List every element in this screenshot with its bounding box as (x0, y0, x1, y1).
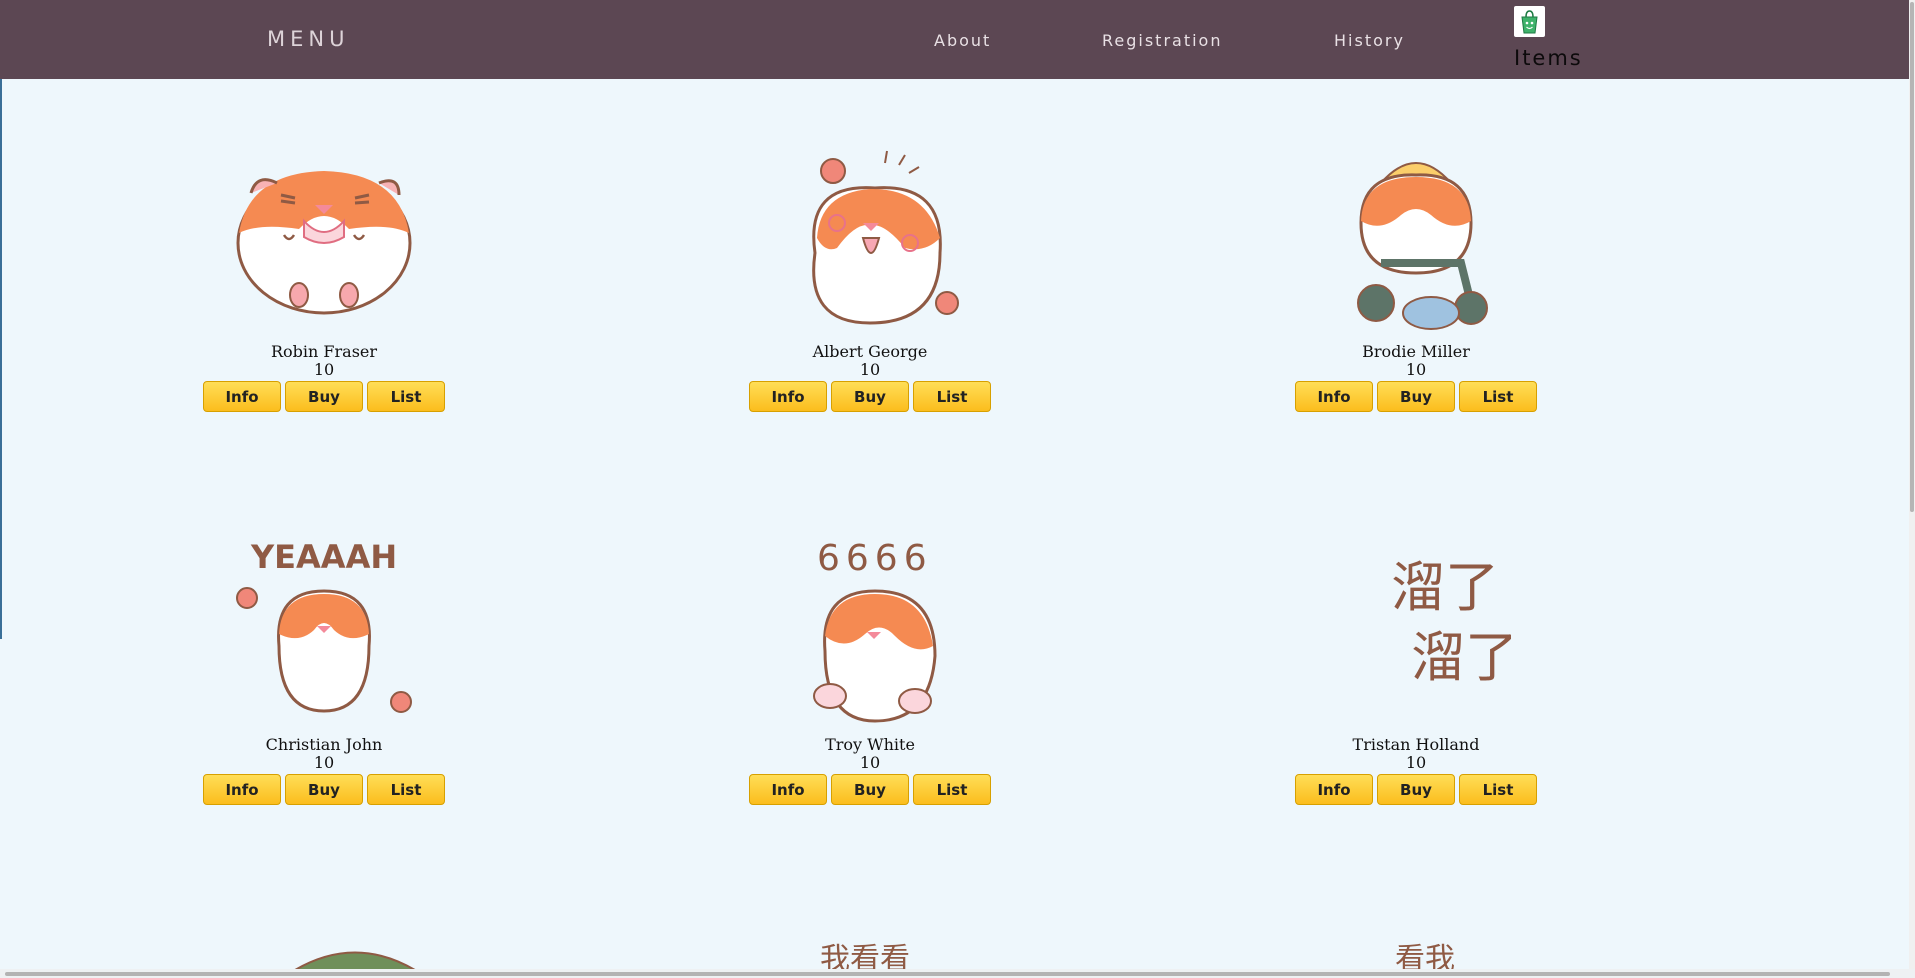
info-button[interactable]: Info (1295, 774, 1373, 805)
partial-text-sticker-middle: 我看看 (820, 942, 910, 970)
menu-brand[interactable]: MENU (267, 27, 349, 51)
top-navbar: MENU About Registration History Items (0, 0, 1912, 79)
buy-button[interactable]: Buy (831, 381, 909, 412)
item-name: Troy White (825, 735, 915, 754)
sticker-text: 我看看 (820, 942, 910, 970)
buy-button[interactable]: Buy (1377, 774, 1455, 805)
partial-text-sticker-right: 看我 (1395, 942, 1455, 970)
hamster-scooter-image (1357, 162, 1488, 330)
item-price: 10 (1405, 753, 1427, 772)
item-price: 10 (859, 753, 881, 772)
horizontal-scrollbar[interactable] (0, 969, 1915, 978)
item-card: Albert George 10 Info Buy List (740, 143, 1000, 412)
nav-link-about[interactable]: About (934, 31, 991, 50)
list-button[interactable]: List (1459, 774, 1537, 805)
item-card: 溜了 溜了 Tristan Holland 10 Info Buy List (1286, 536, 1546, 805)
items-cart[interactable]: Items (1514, 6, 1594, 70)
item-card: YEAAAH Christian John 10 Info Buy List (194, 536, 454, 805)
list-button[interactable]: List (367, 381, 445, 412)
list-button[interactable]: List (367, 774, 445, 805)
vertical-scrollbar[interactable] (1909, 0, 1915, 978)
shopping-bag-icon[interactable] (1514, 6, 1545, 37)
liu-le-text-image: 溜了 溜了 (1391, 556, 1511, 689)
info-button[interactable]: Info (749, 774, 827, 805)
buy-button[interactable]: Buy (285, 381, 363, 412)
info-button[interactable]: Info (749, 381, 827, 412)
item-name: Robin Fraser (270, 342, 378, 361)
hamster-yeah-image: YEAAAH (236, 538, 412, 713)
vertical-scroll-thumb[interactable] (1910, 2, 1914, 512)
item-card: Brodie Miller 10 Info Buy List (1286, 143, 1546, 412)
item-name: Christian John (265, 735, 383, 754)
sticker-text: 看我 (1395, 942, 1455, 970)
item-card: Robin Fraser 10 Info Buy List (194, 143, 454, 412)
buy-button[interactable]: Buy (285, 774, 363, 805)
list-button[interactable]: List (1459, 381, 1537, 412)
item-price: 10 (313, 360, 335, 379)
nav-link-registration[interactable]: Registration (1102, 31, 1222, 50)
hamster-dizzy-image (812, 150, 959, 325)
sticker-text: YEAAAH (250, 538, 397, 576)
items-label[interactable]: Items (1514, 46, 1583, 70)
item-name: Albert George (812, 342, 928, 361)
sticker-text: 溜了 (1391, 556, 1499, 619)
sticker-text: 6666 (817, 538, 933, 579)
item-price: 10 (313, 753, 335, 772)
item-card: 6666 Troy White 10 Info Buy List (740, 536, 1000, 805)
info-button[interactable]: Info (1295, 381, 1373, 412)
horizontal-scroll-thumb[interactable] (5, 972, 1890, 976)
item-price: 10 (859, 360, 881, 379)
info-button[interactable]: Info (203, 774, 281, 805)
item-price: 10 (1405, 360, 1427, 379)
hamster-sleepy-image (236, 171, 412, 315)
item-name: Brodie Miller (1362, 342, 1470, 361)
nav-link-history[interactable]: History (1334, 31, 1405, 50)
list-button[interactable]: List (913, 381, 991, 412)
list-button[interactable]: List (913, 774, 991, 805)
sticker-text: 溜了 (1411, 626, 1511, 689)
buy-button[interactable]: Buy (1377, 381, 1455, 412)
partial-frog-image (293, 951, 417, 970)
buy-button[interactable]: Buy (831, 774, 909, 805)
item-name: Tristan Holland (1352, 735, 1480, 754)
left-edge-line (0, 79, 2, 639)
info-button[interactable]: Info (203, 381, 281, 412)
hamster-6666-image: 6666 (813, 538, 937, 723)
